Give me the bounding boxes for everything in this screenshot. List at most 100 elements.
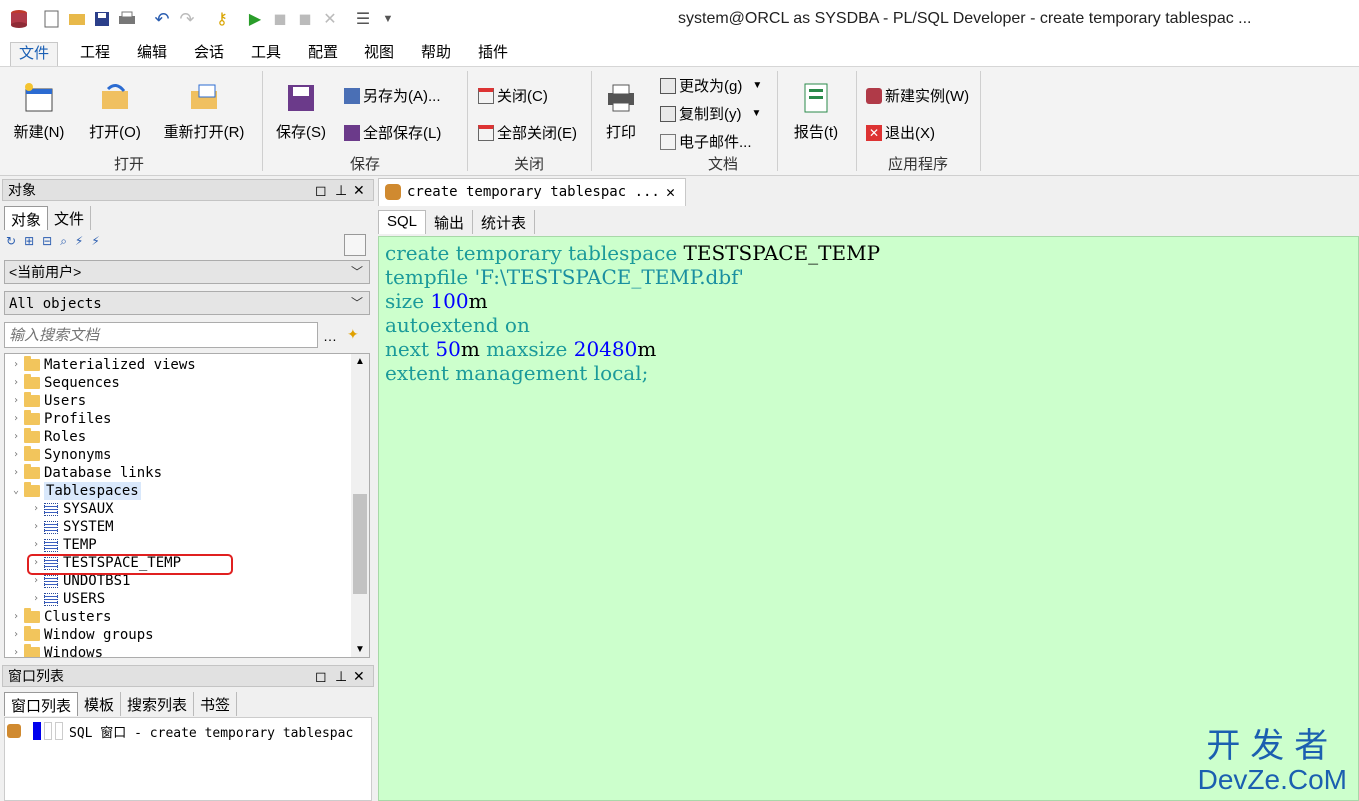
expand-arrow-icon[interactable]: › bbox=[11, 464, 21, 482]
key-icon[interactable]: ⚷ bbox=[211, 8, 233, 30]
tab-search-list[interactable]: 搜索列表 bbox=[121, 692, 195, 716]
tab-templates[interactable]: 模板 bbox=[78, 692, 122, 716]
tree-item-tablespace[interactable]: › SYSTEM bbox=[31, 518, 114, 536]
break-icon[interactable]: ◼ bbox=[269, 8, 291, 30]
menu-tools[interactable]: 工具 bbox=[243, 42, 289, 66]
user-combo[interactable]: <当前用户> ﹀ bbox=[4, 260, 370, 284]
more-options-icon[interactable]: … bbox=[323, 328, 337, 344]
report-button[interactable]: 报告(t) bbox=[780, 81, 852, 142]
expand-arrow-icon[interactable]: › bbox=[11, 644, 21, 657]
print-button[interactable]: 打印 bbox=[592, 81, 650, 142]
menu-session[interactable]: 会话 bbox=[186, 42, 232, 66]
expand-arrow-icon[interactable]: › bbox=[31, 590, 41, 608]
menu-edit[interactable]: 编辑 bbox=[129, 42, 175, 66]
tree-item-folder[interactable]: › Roles bbox=[11, 428, 86, 446]
search-input[interactable] bbox=[4, 322, 318, 348]
expand-arrow-icon[interactable]: › bbox=[11, 446, 21, 464]
pin-icon[interactable]: ⊥ bbox=[335, 666, 347, 686]
change-to-button[interactable]: 更改为(g) ▼ bbox=[660, 75, 762, 96]
tree-item-folder[interactable]: › Sequences bbox=[11, 374, 120, 392]
print-icon[interactable] bbox=[116, 8, 138, 30]
expand-arrow-icon[interactable]: › bbox=[11, 356, 21, 374]
menu-plugins[interactable]: 插件 bbox=[470, 42, 516, 66]
expand-arrow-icon[interactable]: › bbox=[11, 608, 21, 626]
expand-arrow-icon[interactable]: › bbox=[11, 392, 21, 410]
tree-item-folder[interactable]: › Database links bbox=[11, 464, 162, 482]
pin-icon[interactable]: ⊥ bbox=[335, 180, 347, 200]
tab-window-list[interactable]: 窗口列表 bbox=[4, 692, 79, 716]
tree-item-folder[interactable]: › Materialized views bbox=[11, 356, 196, 374]
save-as-button[interactable]: 另存为(A)... bbox=[344, 85, 441, 106]
settings-sliders-icon[interactable]: ☰ bbox=[352, 8, 374, 30]
close-button[interactable]: 关闭(C) bbox=[478, 85, 548, 106]
tree-item-folder[interactable]: › Window groups bbox=[11, 626, 154, 644]
customize-dropdown-icon[interactable]: ▼ bbox=[377, 8, 399, 30]
find-icon[interactable]: ⌕ bbox=[60, 234, 67, 254]
expand-arrow-icon[interactable]: › bbox=[31, 536, 41, 554]
redo-icon[interactable]: ↷ bbox=[176, 8, 198, 30]
copy-to-button[interactable]: 复制到(y) ▼ bbox=[660, 103, 761, 124]
tab-statistics[interactable]: 统计表 bbox=[473, 210, 536, 234]
close-icon[interactable]: ✕ bbox=[353, 666, 365, 686]
expand-icon[interactable]: ⊞ bbox=[24, 234, 34, 254]
commit-icon[interactable]: ◼ bbox=[294, 8, 316, 30]
checkbox-toggle[interactable] bbox=[344, 234, 366, 256]
tree-item-tablespace[interactable]: › USERS bbox=[31, 590, 105, 608]
collapse-arrow-icon[interactable]: ⌄ bbox=[11, 482, 21, 500]
tab-sql[interactable]: SQL bbox=[378, 210, 427, 234]
execute-icon[interactable]: ▶ bbox=[244, 8, 266, 30]
restore-icon[interactable]: ◻ bbox=[315, 666, 327, 686]
email-button[interactable]: 电子邮件... bbox=[660, 131, 752, 152]
collapse-icon[interactable]: ⊟ bbox=[42, 234, 52, 254]
new-search-icon[interactable]: ✦ bbox=[347, 326, 359, 343]
tab-objects[interactable]: 对象 bbox=[4, 206, 49, 230]
new-instance-button[interactable]: 新建实例(W) bbox=[866, 85, 969, 106]
tree-item-folder[interactable]: › Windows bbox=[11, 644, 103, 657]
tab-files[interactable]: 文件 bbox=[48, 206, 92, 230]
expand-arrow-icon[interactable]: › bbox=[11, 374, 21, 392]
tree-item-tablespace[interactable]: › SYSAUX bbox=[31, 500, 114, 518]
sql-editor[interactable]: create temporary tablespace TESTSPACE_TE… bbox=[378, 236, 1359, 801]
save-icon[interactable] bbox=[91, 8, 113, 30]
menu-view[interactable]: 视图 bbox=[356, 42, 402, 66]
filter-combo[interactable]: All objects ﹀ bbox=[4, 291, 370, 315]
tab-bookmarks[interactable]: 书签 bbox=[194, 692, 238, 716]
exit-button[interactable]: ✕ 退出(X) bbox=[866, 122, 935, 143]
rollback-icon[interactable]: ✕ bbox=[319, 8, 341, 30]
open-folder-icon[interactable] bbox=[66, 8, 88, 30]
expand-arrow-icon[interactable]: › bbox=[31, 500, 41, 518]
expand-arrow-icon[interactable]: › bbox=[11, 626, 21, 644]
tree-item-folder[interactable]: › Clusters bbox=[11, 608, 111, 626]
filter-edit-icon[interactable]: ⚡ bbox=[91, 234, 99, 254]
filter-icon[interactable]: ⚡ bbox=[75, 234, 83, 254]
menu-file[interactable]: 文件 bbox=[10, 42, 59, 66]
tree-scrollbar[interactable]: ▲ ▼ bbox=[351, 354, 369, 657]
new-button[interactable]: 新建(N) bbox=[4, 81, 74, 142]
tree-item-folder[interactable]: › Synonyms bbox=[11, 446, 111, 464]
expand-arrow-icon[interactable]: › bbox=[11, 410, 21, 428]
list-item[interactable]: SQL 窗口 - create temporary tablespac bbox=[7, 720, 353, 742]
restore-icon[interactable]: ◻ bbox=[315, 180, 327, 200]
menu-config[interactable]: 配置 bbox=[300, 42, 346, 66]
tree-item-tablespace[interactable]: › TEMP bbox=[31, 536, 97, 554]
scroll-thumb[interactable] bbox=[353, 494, 367, 594]
expand-arrow-icon[interactable]: › bbox=[11, 428, 21, 446]
new-icon[interactable] bbox=[41, 8, 63, 30]
menu-project[interactable]: 工程 bbox=[72, 42, 118, 66]
tree-item-folder[interactable]: › Users bbox=[11, 392, 86, 410]
undo-icon[interactable]: ↶ bbox=[151, 8, 173, 30]
menu-help[interactable]: 帮助 bbox=[413, 42, 459, 66]
scroll-down-icon[interactable]: ▼ bbox=[355, 644, 365, 655]
editor-tab[interactable]: create temporary tablespac ... ✕ bbox=[378, 178, 686, 206]
close-icon[interactable]: ✕ bbox=[666, 179, 675, 205]
scroll-up-icon[interactable]: ▲ bbox=[355, 356, 365, 367]
close-icon[interactable]: ✕ bbox=[353, 180, 365, 200]
tab-output[interactable]: 输出 bbox=[426, 210, 474, 234]
tree-item-folder[interactable]: › Profiles bbox=[11, 410, 111, 428]
tree-item-folder[interactable]: ⌄ Tablespaces bbox=[11, 482, 141, 500]
close-all-button[interactable]: 全部关闭(E) bbox=[478, 122, 577, 143]
open-button[interactable]: 打开(O) bbox=[80, 81, 150, 142]
expand-arrow-icon[interactable]: › bbox=[31, 518, 41, 536]
refresh-icon[interactable]: ↻ bbox=[6, 234, 16, 254]
save-all-button[interactable]: 全部保存(L) bbox=[344, 122, 441, 143]
